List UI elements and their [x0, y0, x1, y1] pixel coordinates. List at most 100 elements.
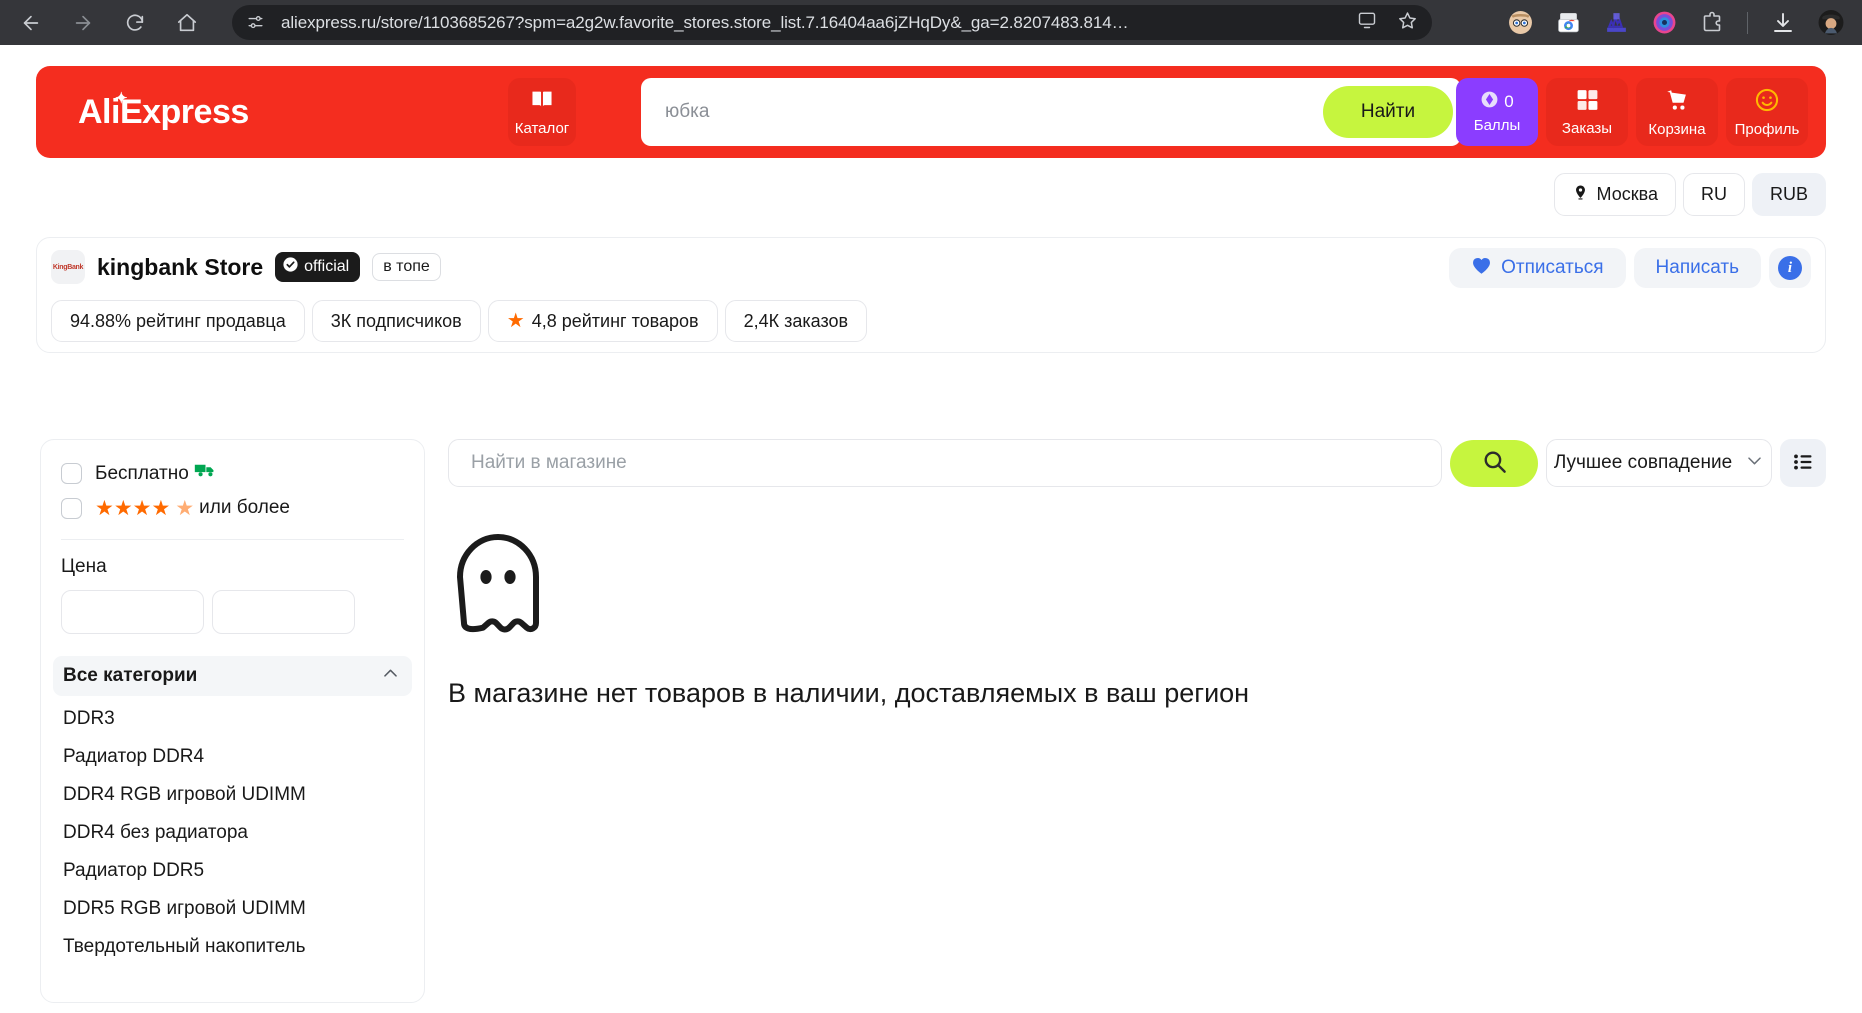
free-shipping-label-wrap: Бесплатно: [95, 462, 217, 485]
category-item[interactable]: DDR3: [41, 700, 424, 738]
points-button[interactable]: 0 Баллы: [1456, 78, 1538, 146]
list-view-icon: [1791, 450, 1815, 477]
verified-check-icon: [282, 256, 299, 278]
top-badge: в топе: [372, 253, 441, 281]
filter-free-shipping[interactable]: Бесплатно: [41, 456, 424, 491]
rating-stars-icon: ★★★★: [95, 496, 171, 520]
smiley-icon: [1754, 87, 1780, 118]
address-bar[interactable]: aliexpress.ru/store/1103685267?spm=a2g2w…: [232, 5, 1432, 40]
rating-label-wrap: ★★★★ ★ или более: [95, 497, 290, 519]
price-min-input[interactable]: [62, 591, 203, 633]
category-item[interactable]: Радиатор DDR5: [41, 852, 424, 890]
price-max-box[interactable]: [212, 590, 355, 634]
rating-or-more-label: или более: [199, 497, 290, 518]
store-search-field[interactable]: [448, 439, 1442, 487]
chevron-down-icon: [1745, 451, 1764, 476]
store-info-card: KingBank kingbank Store official в топе …: [36, 237, 1826, 353]
stat-followers: 3К подписчиков: [311, 300, 481, 342]
find-button[interactable]: Найти: [1323, 86, 1453, 138]
locale-bar: Москва RU RUB: [1553, 173, 1826, 216]
store-action-buttons: Отписаться Написать i: [1449, 248, 1811, 288]
sort-label: Лучшее совпадение: [1553, 452, 1733, 473]
extensions-puzzle-icon[interactable]: [1699, 10, 1725, 36]
rating-checkbox[interactable]: [61, 497, 82, 519]
stat-text: 3К подписчиков: [330, 310, 462, 331]
sort-selector[interactable]: Лучшее совпадение: [1546, 439, 1772, 487]
profile-avatar-icon[interactable]: [1818, 10, 1844, 36]
extension-chart-icon[interactable]: [1603, 10, 1629, 36]
location-pin-icon: [1572, 184, 1589, 206]
unsubscribe-button[interactable]: Отписаться: [1449, 248, 1626, 288]
stat-product-rating: ★ 4,8 рейтинг товаров: [487, 300, 718, 342]
coin-icon: [1480, 90, 1499, 114]
language-selector[interactable]: RU: [1682, 173, 1745, 216]
back-arrow-icon[interactable]: [12, 4, 50, 42]
store-header: KingBank kingbank Store official в топе: [51, 250, 441, 284]
city-label: Москва: [1596, 184, 1658, 204]
page-content: AliExpress ✦ Каталог Найти 0 Баллы: [0, 45, 1862, 1013]
search-input[interactable]: [641, 101, 1323, 123]
store-search-input[interactable]: [449, 440, 1441, 486]
install-app-icon[interactable]: [1357, 10, 1377, 35]
store-search-button[interactable]: [1450, 439, 1538, 487]
official-badge-label: official: [304, 258, 350, 275]
aliexpress-header: AliExpress ✦ Каталог Найти 0 Баллы: [36, 66, 1826, 158]
catalog-button[interactable]: Каталог: [508, 78, 576, 146]
store-toolbar: Лучшее совпадение: [448, 439, 1826, 487]
store-info-button[interactable]: i: [1769, 248, 1811, 288]
sparkle-icon: ✦: [115, 89, 128, 107]
browser-toolbar: aliexpress.ru/store/1103685267?spm=a2g2w…: [0, 0, 1862, 45]
heart-icon: [1471, 256, 1492, 281]
category-item[interactable]: Радиатор DDR4: [41, 738, 424, 776]
downloads-icon[interactable]: [1770, 10, 1796, 36]
catalog-label: Каталог: [514, 120, 570, 137]
categories-title: Все категории: [63, 665, 198, 686]
category-item[interactable]: DDR4 без радиатора: [41, 814, 424, 852]
stat-seller-rating: 94.88% рейтинг продавца: [51, 300, 305, 342]
price-section-title: Цена: [61, 556, 107, 577]
currency-selector[interactable]: RUB: [1751, 173, 1826, 216]
cart-button[interactable]: Корзина: [1636, 78, 1718, 146]
free-shipping-checkbox[interactable]: [61, 463, 82, 484]
free-shipping-label: Бесплатно: [95, 462, 189, 484]
store-name: kingbank Store: [97, 253, 264, 280]
city-selector[interactable]: Москва: [1553, 173, 1676, 216]
site-settings-icon[interactable]: [246, 13, 265, 32]
profile-button[interactable]: Профиль: [1726, 78, 1808, 146]
stat-text: 4,8 рейтинг товаров: [531, 310, 699, 331]
filter-sidebar: Бесплатно ★★★★ ★ или более Цена Все кате…: [40, 439, 425, 1003]
forward-arrow-icon[interactable]: [64, 4, 102, 42]
view-mode-button[interactable]: [1780, 439, 1826, 487]
info-icon: i: [1778, 256, 1802, 280]
logo-text: AliExpress: [78, 92, 249, 131]
book-icon: [529, 87, 555, 118]
orders-button[interactable]: Заказы: [1546, 78, 1628, 146]
aliexpress-logo[interactable]: AliExpress ✦: [78, 90, 249, 132]
stat-text: 2,4К заказов: [743, 310, 849, 331]
extension-circle-icon[interactable]: [1651, 10, 1677, 36]
extension-chrome-icon[interactable]: [1555, 10, 1581, 36]
category-item[interactable]: DDR5 RGB игровой UDIMM: [41, 890, 424, 928]
category-item[interactable]: DDR4 RGB игровой UDIMM: [41, 776, 424, 814]
price-min-box[interactable]: [61, 590, 204, 634]
message-button[interactable]: Написать: [1633, 248, 1761, 288]
categories-list: DDR3 Радиатор DDR4 DDR4 RGB игровой UDIM…: [41, 696, 424, 966]
price-max-input[interactable]: [213, 591, 354, 633]
url-text: aliexpress.ru/store/1103685267?spm=a2g2w…: [281, 12, 1129, 32]
points-label: Баллы: [1473, 117, 1521, 134]
bookmark-star-icon[interactable]: [1397, 10, 1418, 36]
filter-rating[interactable]: ★★★★ ★ или более: [41, 491, 424, 525]
reload-icon[interactable]: [116, 4, 154, 42]
extensions-strip: [1507, 0, 1854, 45]
stat-text: 94.88% рейтинг продавца: [70, 310, 286, 331]
main-panel: Лучшее совпадение В магазине нет товаро: [448, 439, 1826, 709]
home-icon[interactable]: [168, 4, 206, 42]
categories-header[interactable]: Все категории: [53, 656, 412, 696]
cart-icon: [1664, 87, 1690, 118]
header-actions: 0 Баллы Заказы Корзина Профиль: [1456, 78, 1808, 146]
store-logo-text: KingBank: [52, 263, 84, 271]
category-item[interactable]: Твердотельный накопитель: [41, 928, 424, 966]
extension-avatar-icon[interactable]: [1507, 10, 1533, 36]
empty-state: В магазине нет товаров в наличии, достав…: [448, 529, 1826, 709]
profile-label: Профиль: [1734, 120, 1800, 138]
